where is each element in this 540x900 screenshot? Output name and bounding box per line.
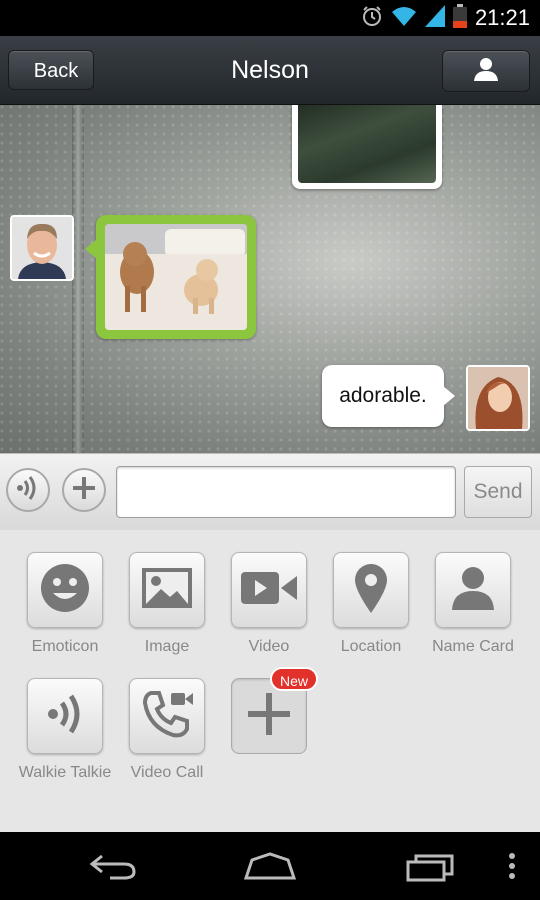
video-camera-icon bbox=[241, 570, 297, 611]
recents-nav-icon[interactable] bbox=[404, 850, 456, 887]
image-button[interactable] bbox=[129, 552, 205, 628]
location-pin-icon bbox=[353, 562, 389, 619]
attachment-panel: Emoticon Image Video Location Name Card … bbox=[0, 530, 540, 832]
message-photo bbox=[298, 105, 436, 183]
menu-nav-icon[interactable] bbox=[506, 850, 518, 887]
video-call-button[interactable] bbox=[129, 678, 205, 754]
panel-item-label: Video bbox=[248, 638, 290, 655]
message-input-bar: Send bbox=[0, 453, 540, 531]
avatar[interactable] bbox=[10, 215, 74, 281]
send-button[interactable]: Send bbox=[464, 466, 532, 518]
video-call-icon bbox=[141, 689, 193, 744]
image-message[interactable] bbox=[85, 215, 256, 339]
contact-icon bbox=[473, 56, 499, 87]
more-plugins-button[interactable]: New bbox=[231, 667, 318, 754]
name-card-icon bbox=[451, 565, 495, 616]
wifi-icon bbox=[391, 5, 417, 32]
walkie-talkie-button[interactable] bbox=[27, 678, 103, 754]
name-card-button[interactable] bbox=[435, 552, 511, 628]
plus-icon bbox=[71, 475, 97, 506]
signal-icon bbox=[424, 4, 445, 32]
walkie-talkie-icon bbox=[43, 692, 87, 741]
home-nav-icon[interactable] bbox=[242, 850, 298, 887]
panel-item-video-call[interactable]: Video Call bbox=[116, 678, 218, 782]
plus-icon bbox=[246, 691, 292, 742]
user-photo bbox=[468, 367, 528, 429]
panel-item-walkie-talkie[interactable]: Walkie Talkie bbox=[14, 678, 116, 782]
panel-item-label: Image bbox=[144, 638, 190, 655]
alarm-icon bbox=[361, 5, 383, 32]
panel-item-image[interactable]: Image bbox=[116, 552, 218, 656]
status-time: 21:21 bbox=[474, 5, 530, 30]
message-photo bbox=[105, 224, 247, 330]
new-badge: New bbox=[270, 667, 318, 691]
panel-item-emoticon[interactable]: Emoticon bbox=[14, 552, 116, 656]
voice-input-button[interactable] bbox=[6, 468, 50, 512]
background-water-drip bbox=[72, 105, 84, 453]
avatar[interactable] bbox=[466, 365, 530, 431]
panel-item-label: Location bbox=[340, 638, 402, 655]
panel-item-label: Video Call bbox=[130, 764, 204, 781]
back-button[interactable]: Back bbox=[8, 50, 94, 90]
battery-icon bbox=[452, 3, 467, 33]
contact-photo bbox=[12, 217, 72, 279]
message-input[interactable] bbox=[116, 466, 456, 518]
header-bar: Back Nelson bbox=[0, 36, 540, 105]
back-nav-icon[interactable] bbox=[88, 850, 138, 887]
dogs-photo bbox=[105, 224, 247, 330]
panel-item-location[interactable]: Location bbox=[320, 552, 422, 656]
panel-item-video[interactable]: Video bbox=[218, 552, 320, 656]
text-message[interactable]: adorable. bbox=[322, 365, 455, 427]
voice-wave-icon bbox=[14, 474, 42, 507]
emoticon-icon bbox=[40, 563, 90, 618]
chat-screen: 21:21 Back Nelson adorable. Send Emotico… bbox=[0, 0, 540, 900]
image-icon bbox=[141, 567, 193, 614]
profile-button[interactable] bbox=[442, 50, 530, 92]
panel-item-name-card[interactable]: Name Card bbox=[422, 552, 524, 656]
video-button[interactable] bbox=[231, 552, 307, 628]
panel-item-more[interactable]: New bbox=[218, 667, 320, 764]
panel-item-label: Name Card bbox=[432, 638, 514, 655]
location-button[interactable] bbox=[333, 552, 409, 628]
panel-item-label: Walkie Talkie bbox=[18, 764, 112, 781]
attach-plus-button[interactable] bbox=[62, 468, 106, 512]
image-message[interactable] bbox=[292, 105, 442, 189]
emoticon-button[interactable] bbox=[27, 552, 103, 628]
chat-area[interactable]: adorable. bbox=[0, 105, 540, 453]
status-bar: 21:21 bbox=[0, 0, 540, 36]
system-navigation-bar bbox=[0, 832, 540, 900]
panel-item-label: Emoticon bbox=[31, 638, 99, 655]
